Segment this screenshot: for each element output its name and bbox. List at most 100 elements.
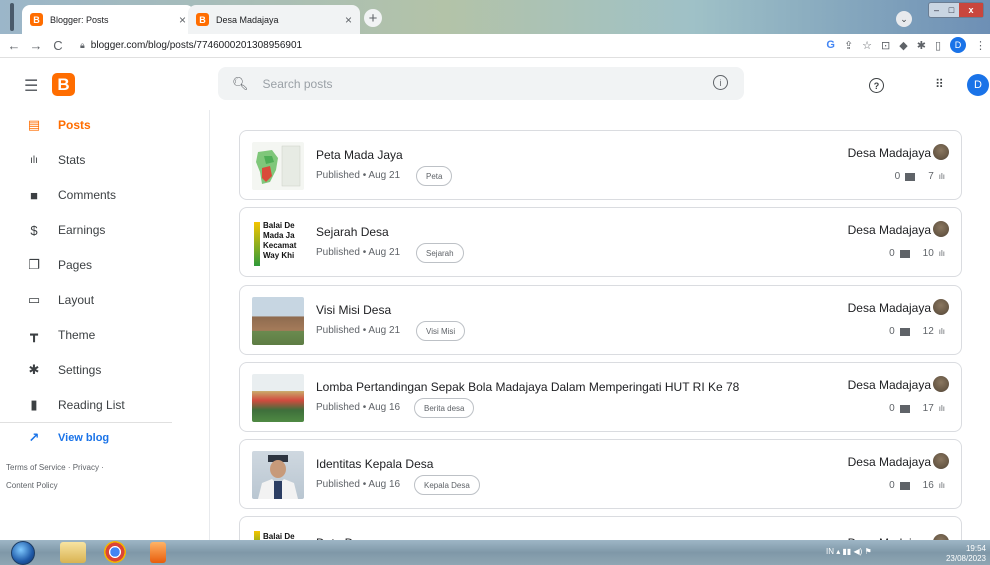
file-explorer-icon[interactable] — [60, 542, 86, 563]
privacy-link[interactable]: Privacy — [73, 463, 99, 472]
account-avatar[interactable]: D — [967, 74, 989, 96]
tab-search-icon[interactable]: ⌄ — [896, 11, 912, 27]
post-author: Desa Madajaya — [847, 455, 931, 469]
close-window-icon[interactable]: x — [959, 3, 983, 17]
profile-avatar[interactable]: D — [950, 37, 966, 53]
minimize-icon[interactable]: – — [929, 3, 944, 17]
sidebar-item-layout[interactable]: ▭ Layout — [0, 285, 210, 315]
tray-arrow-icon[interactable]: ▴ — [836, 547, 840, 556]
google-icon[interactable]: G — [826, 39, 835, 51]
stats-icon: ılı — [938, 249, 945, 258]
stats-icon: ılı — [938, 172, 945, 181]
close-tab-icon[interactable]: × — [345, 13, 352, 27]
post-card[interactable]: Balai De Mada Ja Kecamat Way Khi Sejarah… — [239, 207, 962, 277]
puzzle-icon[interactable]: ✱ — [917, 39, 926, 52]
clock[interactable]: 19:54 23/08/2023 — [946, 544, 986, 564]
sidebar-item-reading-list[interactable]: ▮ Reading List — [0, 390, 210, 420]
post-title[interactable]: Peta Mada Jaya — [316, 148, 403, 162]
maximize-icon[interactable]: □ — [944, 3, 959, 17]
bookmark-star-icon[interactable]: ☆ — [862, 39, 872, 52]
language-indicator[interactable]: IN — [826, 547, 834, 556]
volume-icon[interactable]: ◀) — [854, 547, 863, 556]
view-count: 12 — [922, 326, 934, 337]
post-label-chip[interactable]: Peta — [416, 166, 453, 186]
post-title[interactable]: Visi Misi Desa — [316, 303, 391, 317]
comment-count: 0 — [889, 403, 895, 414]
sidebar-item-stats[interactable]: ılı Stats — [0, 145, 210, 175]
post-title[interactable]: Lomba Pertandingan Sepak Bola Madajaya D… — [316, 380, 739, 394]
post-title[interactable]: Sejarah Desa — [316, 225, 389, 239]
new-tab-icon[interactable]: + — [364, 9, 382, 27]
post-stats: 0 16 ılı — [889, 480, 945, 491]
view-count: 7 — [928, 171, 934, 182]
sidebar-item-posts[interactable]: ▤ Posts — [0, 110, 210, 140]
author-avatar — [933, 299, 949, 315]
comments-icon — [899, 404, 910, 413]
screenshot-icon[interactable]: ⊡ — [881, 39, 890, 52]
post-label-chip[interactable]: Kepala Desa — [414, 475, 480, 495]
apps-grid-icon[interactable]: ⠿ — [935, 77, 944, 91]
window-controls: – □ x — [928, 2, 984, 18]
forward-arrow-icon[interactable]: → — [28, 38, 44, 53]
browser-menu-icon[interactable]: ⋮ — [975, 39, 986, 52]
menu-icon[interactable]: ☰ — [24, 76, 38, 96]
flag-icon[interactable]: ⚑ — [865, 547, 872, 556]
network-icon[interactable]: ▮▮ — [842, 547, 851, 556]
url-field[interactable]: 🔒︎ blogger.com/blog/posts/77460002013089… — [80, 40, 302, 51]
post-author: Desa Madajaya — [847, 301, 931, 315]
sidebar-item-theme[interactable]: ┳ Theme — [0, 320, 210, 350]
reload-icon[interactable]: C — [50, 38, 66, 53]
post-stats: 0 7 ılı — [895, 171, 945, 182]
post-card[interactable]: Peta Mada Jaya Published • Aug 21 Peta D… — [239, 130, 962, 200]
start-button-icon[interactable] — [11, 541, 35, 565]
blogger-logo-icon[interactable]: B — [52, 73, 75, 96]
sidebar-item-label: Layout — [58, 293, 95, 307]
tab-desa-madajaya[interactable]: B Desa Madajaya × — [188, 5, 360, 34]
posts-icon: ▤ — [27, 117, 41, 132]
post-title[interactable]: Identitas Kepala Desa — [316, 457, 433, 471]
help-icon[interactable]: ? — [869, 78, 884, 93]
post-status: Published • Aug 21 — [316, 170, 401, 181]
post-status: Published • Aug 16 — [316, 402, 401, 413]
search-input[interactable]: Search posts — [263, 77, 333, 91]
view-count: 17 — [922, 403, 934, 414]
view-blog-link[interactable]: ↗ View blog — [0, 423, 210, 453]
post-card[interactable]: Visi Misi Desa Published • Aug 21 Visi M… — [239, 285, 962, 355]
info-icon[interactable]: i — [713, 75, 728, 90]
sidebar-item-label: Pages — [58, 258, 93, 272]
thumbnail-text: Balai De Mada Ja Kecamat Way Khi — [263, 221, 297, 260]
close-tab-icon[interactable]: × — [179, 13, 186, 27]
comments-icon: ■ — [30, 187, 38, 203]
back-arrow-icon[interactable]: ← — [6, 38, 22, 53]
terms-link[interactable]: Terms of Service — [6, 463, 66, 472]
vlc-icon[interactable] — [150, 542, 166, 563]
chrome-icon[interactable] — [104, 541, 126, 563]
comments-icon — [905, 172, 916, 181]
post-card[interactable]: Lomba Pertandingan Sepak Bola Madajaya D… — [239, 362, 962, 432]
post-thumbnail-portrait — [252, 451, 304, 499]
post-card[interactable]: Identitas Kepala Desa Published • Aug 16… — [239, 439, 962, 509]
stats-icon: ılı — [938, 327, 945, 336]
browser-toolbar-right: G ⇪ ☆ ⊡ ◆ ✱ ▯ D ⋮ — [826, 37, 986, 53]
url-text: blogger.com/blog/posts/77460002013089569… — [90, 40, 303, 51]
post-label-chip[interactable]: Visi Misi — [416, 321, 466, 341]
share-icon[interactable]: ⇪ — [844, 39, 853, 52]
sidepanel-icon[interactable]: ▯ — [935, 39, 941, 52]
comments-icon — [899, 481, 910, 490]
content-policy-link[interactable]: Content Policy — [6, 481, 58, 490]
sidebar-item-label: Reading List — [58, 398, 125, 412]
extension-icon[interactable]: ◆ — [899, 39, 907, 52]
sidebar-item-settings[interactable]: ✱ Settings — [0, 355, 210, 385]
sidebar-item-pages[interactable]: ❐ Pages — [0, 250, 210, 280]
sidebar-item-comments[interactable]: ■ Comments — [0, 180, 210, 210]
post-label-chip[interactable]: Berita desa — [414, 398, 475, 418]
post-label-chip[interactable]: Sejarah — [416, 243, 464, 263]
post-author: Desa Madajaya — [847, 146, 931, 160]
sidebar-item-label: Stats — [58, 153, 86, 167]
theme-icon: ┳ — [30, 327, 38, 342]
search-bar[interactable]: 🔍︎ Search posts i — [218, 67, 744, 100]
post-status: Published • Aug 16 — [316, 479, 401, 490]
post-stats: 0 12 ılı — [889, 326, 945, 337]
tab-blogger-posts[interactable]: B Blogger: Posts × — [22, 5, 194, 34]
sidebar-item-earnings[interactable]: $ Earnings — [0, 215, 210, 245]
